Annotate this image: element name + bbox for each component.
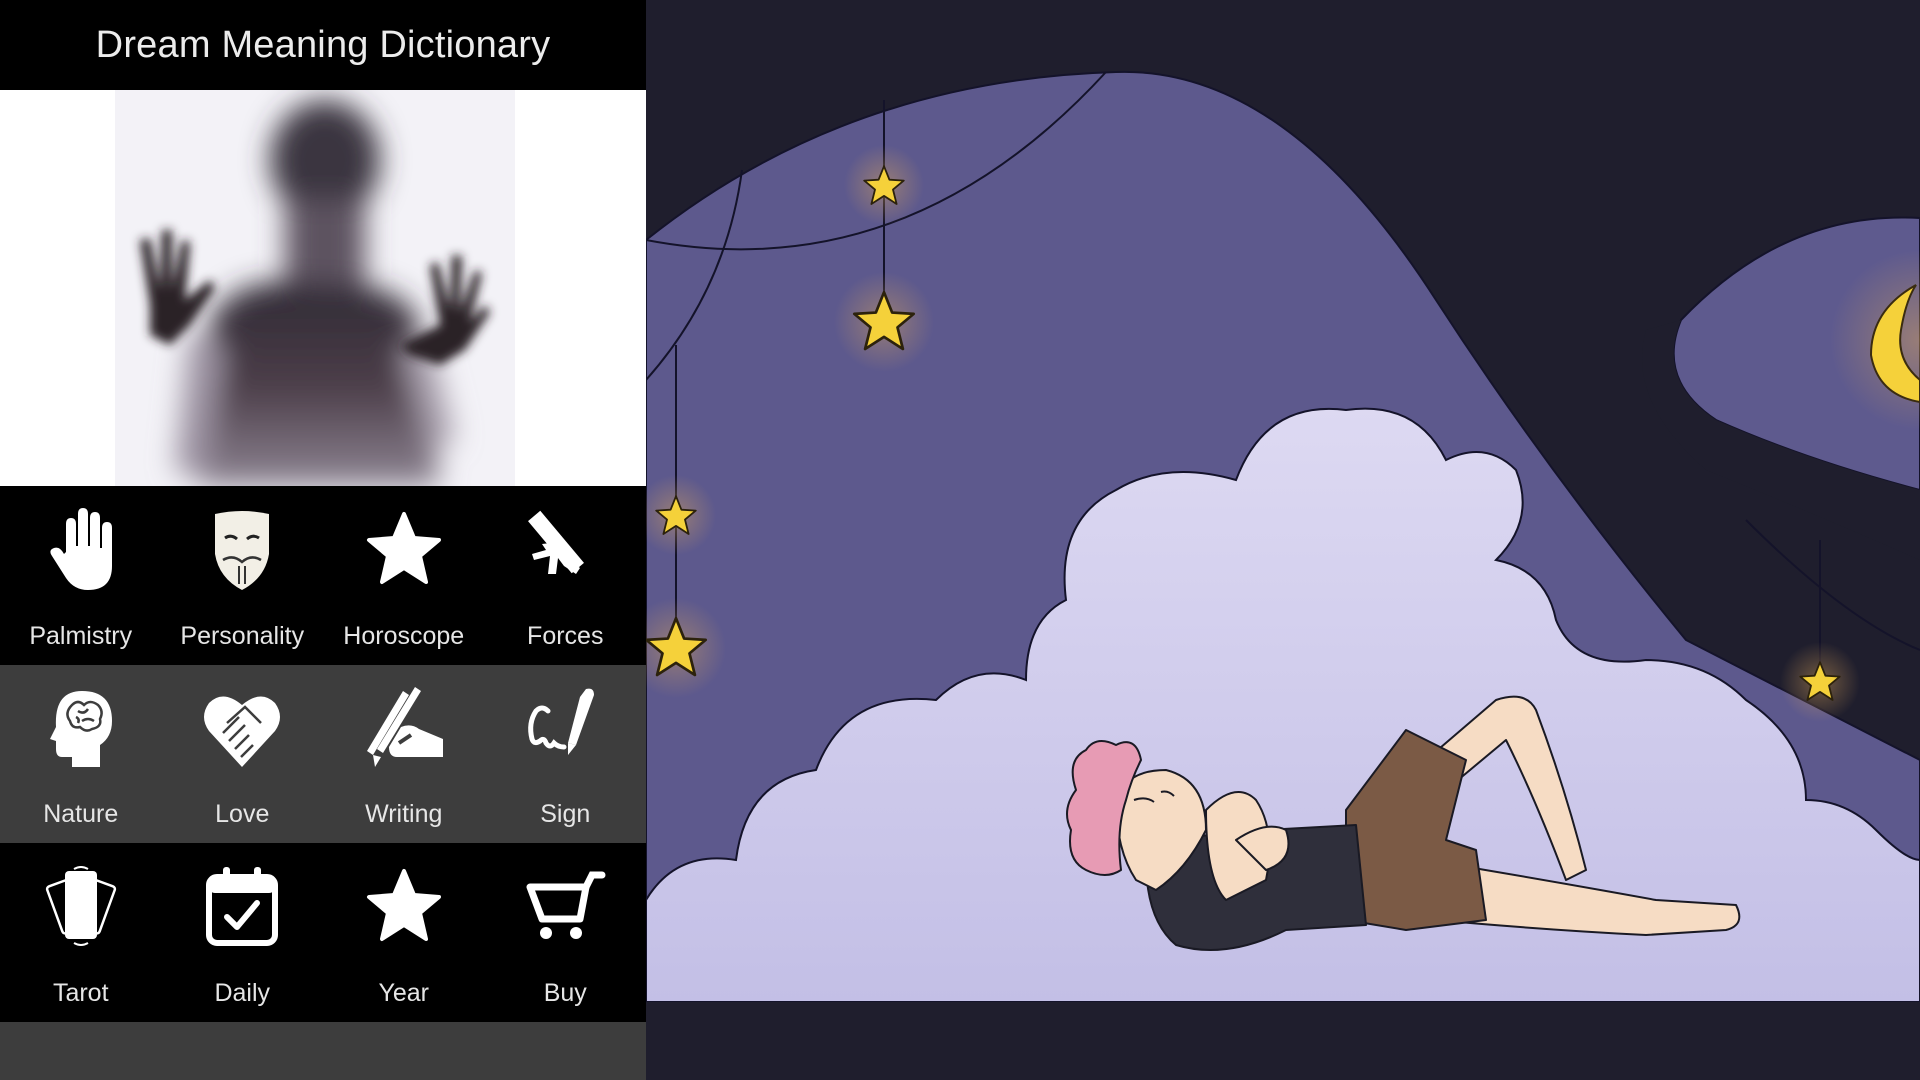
menu-item-label: Buy <box>543 979 587 1007</box>
menu-item-buy[interactable]: Buy <box>485 843 647 1022</box>
menu-item-writing[interactable]: Writing <box>323 665 485 843</box>
falling-beam-icon <box>520 504 610 594</box>
silhouette-image <box>0 90 646 486</box>
ground-band <box>646 1002 1920 1080</box>
menu-item-label: Palmistry <box>29 622 133 650</box>
menu-item-label: Nature <box>43 800 119 828</box>
app-header: Dream Meaning Dictionary <box>0 0 646 90</box>
menu-item-forces[interactable]: Forces <box>485 486 647 665</box>
tarot-cards-icon <box>36 861 126 951</box>
menu-item-sign[interactable]: Sign <box>485 665 647 843</box>
menu-item-label: Love <box>215 800 270 828</box>
star-icon <box>359 861 449 951</box>
star-icon <box>359 504 449 594</box>
dream-dictionary-app: Dream Meaning Dictionary Palmistry Perso… <box>0 0 646 1080</box>
menu-row-1: Palmistry Personality Horoscope Forces <box>0 486 646 665</box>
calendar-check-icon <box>197 861 287 951</box>
brain-head-icon <box>36 683 126 773</box>
menu-item-label: Year <box>378 979 429 1007</box>
menu-item-label: Personality <box>180 622 305 650</box>
menu-item-nature[interactable]: Nature <box>0 665 162 843</box>
app-title: Dream Meaning Dictionary <box>95 23 551 66</box>
heart-handshake-icon <box>197 683 287 773</box>
cart-icon <box>520 861 610 951</box>
mask-icon <box>197 504 287 594</box>
menu-item-label: Daily <box>214 979 271 1007</box>
bottom-bar <box>0 1022 646 1080</box>
hand-icon <box>36 504 126 594</box>
menu-item-daily[interactable]: Daily <box>162 843 324 1022</box>
menu-item-palmistry[interactable]: Palmistry <box>0 486 162 665</box>
signature-pen-icon <box>520 683 610 773</box>
menu-row-2: Nature Love Writing Sign <box>0 665 646 843</box>
menu-item-year[interactable]: Year <box>323 843 485 1022</box>
menu-row-3: Tarot Daily Year Buy <box>0 843 646 1022</box>
hero-image <box>0 90 646 486</box>
menu-item-horoscope[interactable]: Horoscope <box>323 486 485 665</box>
menu-item-personality[interactable]: Personality <box>162 486 324 665</box>
menu-item-label: Tarot <box>52 979 109 1007</box>
hand-pen-icon <box>359 683 449 773</box>
menu-item-label: Forces <box>527 622 604 650</box>
menu-item-label: Horoscope <box>343 622 465 650</box>
menu-item-label: Writing <box>365 800 443 828</box>
menu-item-tarot[interactable]: Tarot <box>0 843 162 1022</box>
menu-item-love[interactable]: Love <box>162 665 324 843</box>
menu-item-label: Sign <box>540 800 591 828</box>
sleeping-on-cloud-illustration <box>646 0 1920 1080</box>
